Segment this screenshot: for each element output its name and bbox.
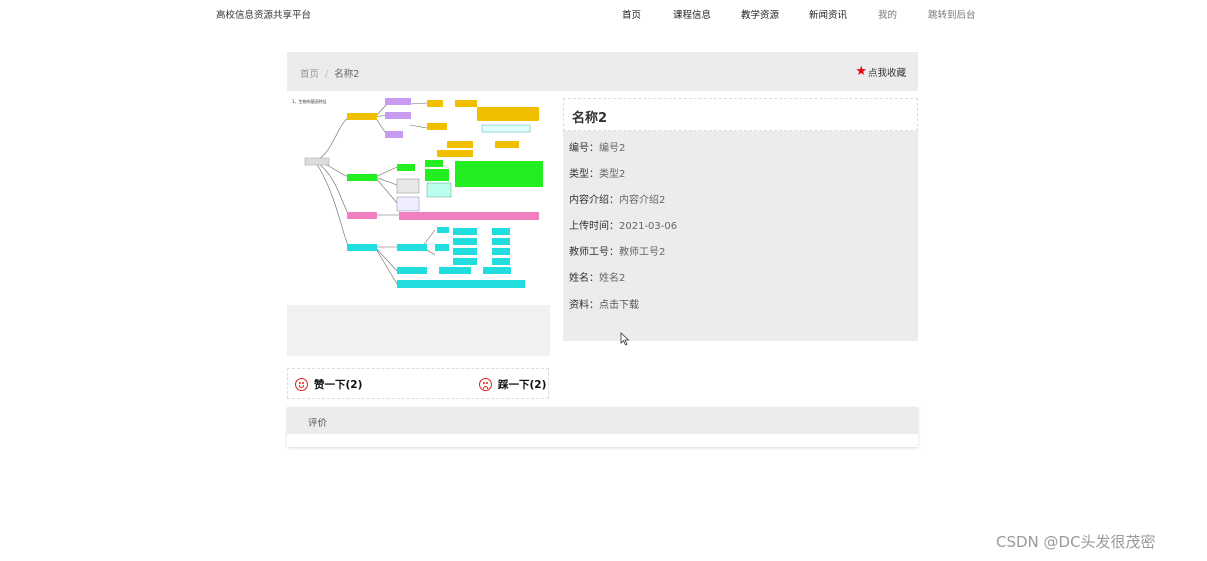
favorite-button[interactable]: ★ 点我收藏 [855, 65, 906, 79]
favorite-label: 点我收藏 [867, 68, 906, 79]
field-value: 教师工号2 [619, 247, 666, 258]
review-section: 评价 [287, 407, 918, 447]
nav-news[interactable]: 新闻资讯 [809, 7, 847, 21]
frown-icon [479, 378, 492, 391]
like-label: 赞一下(2) [314, 379, 363, 391]
site-brand[interactable]: 高校信息资源共享平台 [216, 7, 311, 21]
mouse-cursor-icon [620, 332, 630, 346]
field-label: 姓名： [569, 273, 599, 284]
field-upload-time: 上传时间：2021-03-06 [569, 217, 677, 232]
field-value: 2021-03-06 [619, 221, 678, 232]
smile-icon [295, 378, 308, 391]
field-label: 教师工号： [569, 247, 619, 258]
dislike-label: 踩一下(2) [498, 379, 547, 391]
field-name: 姓名：姓名2 [569, 269, 625, 284]
field-value: 编号2 [599, 143, 626, 154]
breadcrumb-separator: / [325, 69, 329, 80]
review-title: 评价 [287, 407, 918, 434]
breadcrumb-current: 名称2 [334, 69, 360, 80]
nav-home[interactable]: 首页 [622, 7, 641, 21]
nav-courses[interactable]: 课程信息 [673, 7, 711, 21]
top-navbar: 高校信息资源共享平台 首页 课程信息 教学资源 新闻资讯 我的 跳转到后台 [0, 0, 1207, 28]
field-label: 资料： [569, 300, 599, 311]
breadcrumb: 首页 / 名称2 [300, 66, 359, 80]
field-label: 编号： [569, 143, 599, 154]
like-button[interactable]: 赞一下(2) [295, 377, 362, 392]
csdn-watermark: CSDN @DC头发很茂密 [996, 533, 1156, 551]
field-label: 类型： [569, 169, 599, 180]
star-icon: ★ [855, 64, 867, 79]
dislike-button[interactable]: 踩一下(2) [479, 377, 546, 392]
image-caption-area [287, 305, 550, 356]
nav-teaching-resources[interactable]: 教学资源 [741, 7, 779, 21]
field-value: 类型2 [599, 169, 626, 180]
breadcrumb-bar: 首页 / 名称2 ★ 点我收藏 [287, 52, 918, 91]
resource-title: 名称2 [563, 98, 918, 131]
preview-image-heading: 1、生物的基因特征 [292, 98, 327, 104]
field-type: 类型：类型2 [569, 165, 625, 180]
field-id: 编号：编号2 [569, 139, 625, 154]
nav-admin[interactable]: 跳转到后台 [928, 7, 976, 21]
field-label: 内容介绍： [569, 195, 619, 206]
field-value: 内容介绍2 [619, 195, 666, 206]
nav-mine[interactable]: 我的 [878, 7, 897, 21]
breadcrumb-home[interactable]: 首页 [300, 69, 319, 80]
field-teacher-id: 教师工号：教师工号2 [569, 243, 665, 258]
detail-panel: 名称2 编号：编号2 类型：类型2 内容介绍：内容介绍2 上传时间：2021-0… [563, 98, 918, 341]
field-label: 上传时间： [569, 221, 619, 232]
download-link[interactable]: 点击下载 [599, 300, 639, 311]
vote-panel: 赞一下(2) 踩一下(2) [287, 368, 549, 399]
field-value: 姓名2 [599, 273, 626, 284]
resource-preview-image: 1、生物的基因特征 [287, 95, 549, 305]
field-description: 内容介绍：内容介绍2 [569, 191, 665, 206]
field-attachment: 资料：点击下载 [569, 296, 639, 311]
